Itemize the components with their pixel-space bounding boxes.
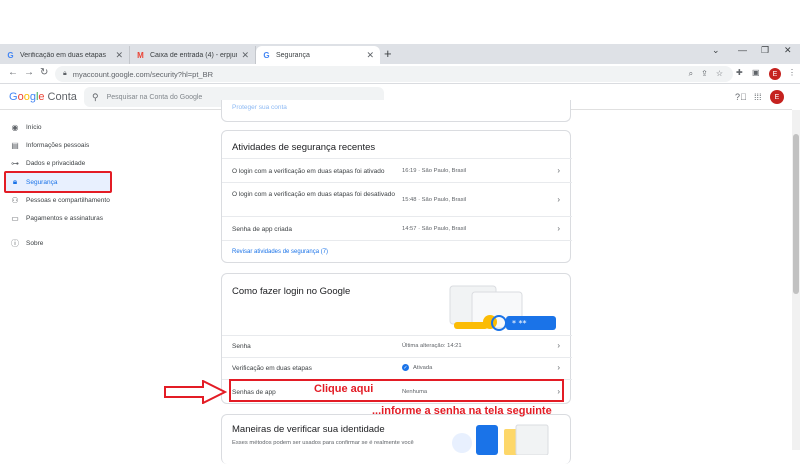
scrollbar-thumb[interactable]: [793, 134, 799, 294]
lock-icon[interactable]: 🔒︎: [63, 70, 67, 78]
toggle-icon: ⊶: [11, 158, 19, 168]
tab-search-icon[interactable]: ⌄: [712, 45, 720, 56]
lock-icon: 🔒︎: [12, 177, 18, 186]
card-icon: ▭: [11, 213, 19, 223]
tab-security[interactable]: G Segurança ✕: [256, 46, 380, 64]
password-key-illustration: * **: [449, 285, 556, 331]
sidebar-item-about[interactable]: ⓘ Sobre: [10, 236, 43, 250]
annotation-arrow-icon: [164, 380, 227, 404]
chevron-right-icon: ›: [557, 363, 560, 372]
google-favicon-icon: G: [7, 50, 14, 60]
sidebar-item-label: Pessoas e compartilhamento: [26, 196, 110, 204]
close-window-icon[interactable]: ✕: [784, 45, 792, 56]
app-passwords-highlight-box: [229, 379, 564, 402]
people-icon: ⚇: [11, 195, 19, 205]
sidebar-item-label: Pagamentos e assinaturas: [26, 214, 103, 222]
chevron-right-icon: ›: [557, 341, 560, 350]
share-icon[interactable]: ⇪: [701, 69, 708, 79]
protect-account-card: Proteger sua conta: [221, 100, 571, 122]
sidebar-item-label: Início: [26, 123, 42, 131]
recent-security-activity-card: Atividades de segurança recentes O login…: [221, 130, 572, 264]
account-avatar[interactable]: E: [770, 90, 784, 104]
verify-identity-card: Maneiras de verificar sua identidade Ess…: [221, 414, 571, 464]
close-icon[interactable]: ✕: [366, 50, 374, 61]
activity-row[interactable]: Senha de app criada 14:57 · São Paulo, B…: [222, 216, 572, 240]
card-title: Como fazer login no Google: [232, 286, 351, 297]
close-icon[interactable]: ✕: [115, 50, 123, 61]
google-favicon-icon: G: [263, 50, 270, 60]
annotation-inform-password: ...informe a senha na tela seguinte: [372, 405, 552, 417]
tab-two-step-verification[interactable]: G Verificação em duas etapas ✕: [0, 46, 130, 64]
sidebar-item-label: Sobre: [26, 239, 44, 247]
annotation-click-here: Clique aqui: [314, 383, 374, 395]
sidebar-item-home[interactable]: ◉ Início: [10, 120, 42, 134]
password-row[interactable]: Senha Última alteração: 14:21 ›: [222, 335, 572, 357]
reload-icon[interactable]: ↻: [40, 67, 48, 78]
minimize-icon[interactable]: —: [738, 45, 747, 55]
activity-row[interactable]: O login com a verificação em duas etapas…: [222, 158, 572, 182]
search-placeholder: Pesquisar na Conta do Google: [106, 93, 203, 101]
extensions-icon[interactable]: ✚: [736, 68, 743, 77]
review-activity-link[interactable]: Revisar atividades de segurança (7): [232, 249, 328, 255]
review-row: Revisar atividades de segurança (7): [222, 240, 572, 264]
sidebar-item-label: Segurança: [26, 178, 58, 186]
id-card-icon: ▤: [11, 140, 19, 150]
two-step-verification-row[interactable]: Verificação em duas etapas ✓ Ativada ›: [222, 357, 572, 379]
card-description: Esses métodos podem ser usados para conf…: [232, 440, 414, 446]
chevron-right-icon: ›: [557, 224, 560, 233]
browser-toolbar: ← → ↻ 🔒︎ myaccount.google.com/security?h…: [0, 64, 800, 84]
sidebar-item-security[interactable]: 🔒︎ Segurança: [10, 175, 58, 189]
new-tab-button[interactable]: +: [384, 46, 392, 61]
zoom-icon[interactable]: ⌕: [689, 69, 693, 79]
forward-icon[interactable]: →: [24, 67, 34, 78]
apps-grid-icon[interactable]: ⁞⁞⁞: [754, 92, 762, 102]
bookmark-star-icon[interactable]: ☆: [716, 69, 723, 79]
tab-label: Caixa de entrada (4) - erpjunho2...: [150, 51, 237, 59]
card-title: Maneiras de verificar sua identidade: [232, 424, 385, 435]
close-icon[interactable]: ✕: [241, 50, 249, 61]
protect-account-link[interactable]: Proteger sua conta: [232, 104, 287, 111]
screen-top-band: [0, 0, 800, 44]
profile-avatar[interactable]: E: [769, 68, 781, 80]
maximize-icon[interactable]: ❐: [761, 45, 769, 56]
activity-row[interactable]: O login com a verificação em duas etapas…: [222, 182, 572, 216]
menu-icon[interactable]: ⋮: [788, 68, 796, 77]
tab-inbox[interactable]: M Caixa de entrada (4) - erpjunho2... ✕: [130, 46, 256, 64]
google-account-logo[interactable]: Google Conta: [9, 91, 77, 103]
page-scrollbar[interactable]: [792, 110, 800, 450]
side-panel-icon[interactable]: ▣: [752, 68, 760, 77]
check-circle-icon: ✓: [402, 364, 409, 371]
tab-label: Verificação em duas etapas: [20, 51, 106, 59]
chevron-right-icon: ›: [557, 195, 560, 204]
sidebar-item-label: Dados e privacidade: [26, 159, 86, 167]
address-bar[interactable]: 🔒︎ myaccount.google.com/security?hl=pt_B…: [55, 66, 733, 82]
svg-text:* **: * **: [512, 319, 527, 328]
card-title: Atividades de segurança recentes: [232, 142, 376, 153]
sidebar-item-data-privacy[interactable]: ⊶ Dados e privacidade: [10, 156, 85, 170]
sidebar-item-people-sharing[interactable]: ⚇ Pessoas e compartilhamento: [10, 193, 110, 207]
search-icon: ⚲: [92, 91, 99, 102]
url-text: myaccount.google.com/security?hl=pt_BR: [72, 69, 214, 79]
tab-label: Segurança: [276, 51, 310, 59]
info-icon: ⓘ: [11, 238, 19, 248]
gmail-favicon-icon: M: [137, 50, 144, 60]
help-icon[interactable]: ?⃝: [735, 92, 747, 102]
sidebar-item-personal-info[interactable]: ▤ Informações pessoais: [10, 138, 89, 152]
sidebar-item-payments[interactable]: ▭ Pagamentos e assinaturas: [10, 211, 103, 225]
browser-tab-strip: G Verificação em duas etapas ✕ M Caixa d…: [0, 44, 800, 64]
back-icon[interactable]: ←: [8, 67, 18, 78]
sidebar-item-label: Informações pessoais: [26, 141, 90, 149]
chevron-right-icon: ›: [557, 166, 560, 175]
user-circle-icon: ◉: [11, 122, 19, 132]
